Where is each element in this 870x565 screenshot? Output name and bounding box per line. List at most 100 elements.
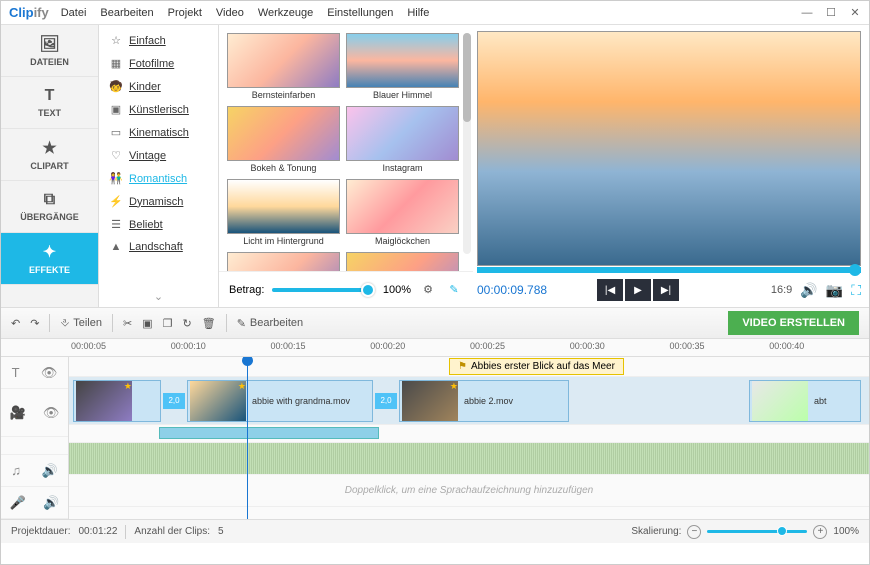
category-vintage[interactable]: ♡Vintage <box>99 144 218 167</box>
progress-bar[interactable] <box>477 267 861 273</box>
settings-icon[interactable]: ⚙ <box>419 281 437 299</box>
transition[interactable]: 2,0 <box>163 393 185 409</box>
category-romantisch[interactable]: 👫Romantisch <box>99 167 218 190</box>
effect-card[interactable] <box>227 252 340 271</box>
audio-track-header[interactable]: ♫🔊 <box>1 455 68 487</box>
track-body[interactable]: ⚑Abbies erster Blick auf das Meer ★ 2,0 … <box>69 357 869 519</box>
sidebar-item-effekte[interactable]: ✦EFFEKTE <box>1 233 98 285</box>
effect-card[interactable]: Blauer Himmel <box>346 33 459 100</box>
effect-thumb[interactable] <box>346 179 459 234</box>
video-preview[interactable] <box>477 31 861 266</box>
delete-button[interactable]: 🗑 <box>202 317 216 330</box>
marker-track[interactable]: ⚑Abbies erster Blick auf das Meer <box>69 357 869 377</box>
voice-track-header[interactable]: 🎤🔊 <box>1 487 68 519</box>
effect-thumb[interactable] <box>346 33 459 88</box>
eye-icon[interactable]: 👁 <box>41 365 58 381</box>
effect-thumb[interactable] <box>227 179 340 234</box>
brush-icon[interactable]: ✎ <box>445 281 463 299</box>
speaker-icon[interactable]: 🔊 <box>43 495 59 511</box>
effect-card[interactable]: Licht im Hintergrund <box>227 179 340 246</box>
category-kuenstlerisch[interactable]: ▣Künstlerisch <box>99 98 218 121</box>
voice-track[interactable]: Doppelklick, um eine Sprachaufzeichnung … <box>69 475 869 507</box>
menu-projekt[interactable]: Projekt <box>168 7 202 19</box>
effect-thumb[interactable] <box>227 33 340 88</box>
effect-card[interactable]: Maiglöckchen <box>346 179 459 246</box>
next-button[interactable]: ▶| <box>653 279 679 301</box>
sidebar-item-text[interactable]: TTEXT <box>1 77 98 129</box>
menu-bearbeiten[interactable]: Bearbeiten <box>100 7 153 19</box>
star-icon: ★ <box>238 381 246 392</box>
edit-button[interactable]: ✎ Bearbeiten <box>237 317 303 330</box>
crop-button[interactable]: ▣ <box>142 317 152 330</box>
timeline-toolbar: ↶ ↷ ⎀ Teilen ✂ ▣ ❐ ↻ 🗑 ✎ Bearbeiten VIDE… <box>1 307 869 339</box>
playhead[interactable] <box>247 357 248 519</box>
zoom-out-button[interactable]: − <box>687 525 701 539</box>
clip[interactable]: ★abbie with grandma.mov <box>187 380 373 422</box>
video-track-header[interactable]: 🎥👁 <box>1 389 68 437</box>
fx-track-header <box>1 437 68 455</box>
marker-chip[interactable]: ⚑Abbies erster Blick auf das Meer <box>449 358 624 375</box>
create-video-button[interactable]: VIDEO ERSTELLEN <box>728 311 859 335</box>
effect-thumb[interactable] <box>346 106 459 161</box>
effect-thumb[interactable] <box>227 252 340 271</box>
undo-button[interactable]: ↶ <box>11 317 20 330</box>
clip[interactable]: ★ <box>73 380 161 422</box>
zoom-in-button[interactable]: + <box>813 525 827 539</box>
effect-thumb[interactable] <box>227 106 340 161</box>
effect-card[interactable]: Bernsteinfarben <box>227 33 340 100</box>
sidebar-item-dateien[interactable]: 🖼DATEIEN <box>1 25 98 77</box>
fx-track[interactable] <box>69 425 869 443</box>
fullscreen-icon[interactable]: ⛶ <box>851 282 861 299</box>
category-beliebt[interactable]: ☰Beliebt <box>99 213 218 236</box>
effect-card[interactable] <box>346 252 459 271</box>
menu-werkzeuge[interactable]: Werkzeuge <box>258 7 313 19</box>
audio-track[interactable] <box>69 443 869 475</box>
redo-button[interactable]: ↷ <box>30 317 39 330</box>
time-ruler[interactable]: 00:00:05 00:00:10 00:00:15 00:00:20 00:0… <box>1 339 869 357</box>
menu-datei[interactable]: Datei <box>61 7 87 19</box>
category-dynamisch[interactable]: ⚡Dynamisch <box>99 190 218 213</box>
aspect-ratio[interactable]: 16:9 <box>771 284 792 296</box>
prev-button[interactable]: |◀ <box>597 279 623 301</box>
category-landschaft[interactable]: ▲Landschaft <box>99 236 218 258</box>
category-fotofilme[interactable]: ▦Fotofilme <box>99 52 218 75</box>
zoom-slider[interactable] <box>707 530 807 533</box>
minimize-icon[interactable]: — <box>801 7 813 19</box>
progress-handle[interactable] <box>849 264 861 276</box>
category-kinder[interactable]: 🧒Kinder <box>99 75 218 98</box>
menu-hilfe[interactable]: Hilfe <box>407 7 429 19</box>
rotate-button[interactable]: ↻ <box>183 317 192 330</box>
snapshot-icon[interactable]: 📷 <box>826 282 843 299</box>
maximize-icon[interactable]: ☐ <box>825 7 837 19</box>
eye-icon[interactable]: 👁 <box>43 405 60 421</box>
effect-card[interactable]: Bokeh & Tonung <box>227 106 340 173</box>
effect-thumb[interactable] <box>346 252 459 271</box>
scrollbar[interactable] <box>463 33 471 254</box>
clip[interactable]: ★abbie 2.mov <box>399 380 569 422</box>
sidebar-item-uebergaenge[interactable]: ⧉ÜBERGÄNGE <box>1 181 98 233</box>
clip[interactable]: abt <box>749 380 861 422</box>
chevron-down-icon[interactable]: ⌄ <box>154 290 163 303</box>
sidebar-item-clipart[interactable]: ★CLIPART <box>1 129 98 181</box>
fx-clip[interactable] <box>159 427 379 439</box>
copy-button[interactable]: ❐ <box>163 317 173 330</box>
transition[interactable]: 2,0 <box>375 393 397 409</box>
menu-video[interactable]: Video <box>216 7 244 19</box>
cut-button[interactable]: ✂ <box>123 317 132 330</box>
menu-einstellungen[interactable]: Einstellungen <box>327 7 393 19</box>
volume-icon[interactable]: 🔊 <box>800 282 817 299</box>
close-icon[interactable]: ✕ <box>849 7 861 19</box>
category-einfach[interactable]: ☆Einfach <box>99 29 218 52</box>
effect-card[interactable]: Instagram <box>346 106 459 173</box>
video-track[interactable]: ★ 2,0 ★abbie with grandma.mov 2,0 ★abbie… <box>69 377 869 425</box>
zoom-handle[interactable] <box>777 526 787 536</box>
split-button[interactable]: ⎀ Teilen <box>60 317 102 330</box>
amount-slider[interactable] <box>272 288 374 292</box>
category-kinematisch[interactable]: ▭Kinematisch <box>99 121 218 144</box>
speaker-icon[interactable]: 🔊 <box>42 463 58 479</box>
star-icon: ★ <box>450 381 458 392</box>
slider-handle[interactable] <box>361 283 375 297</box>
scrollbar-thumb[interactable] <box>463 33 471 122</box>
text-track-header[interactable]: T👁 <box>1 357 68 389</box>
play-button[interactable]: ▶ <box>625 279 651 301</box>
